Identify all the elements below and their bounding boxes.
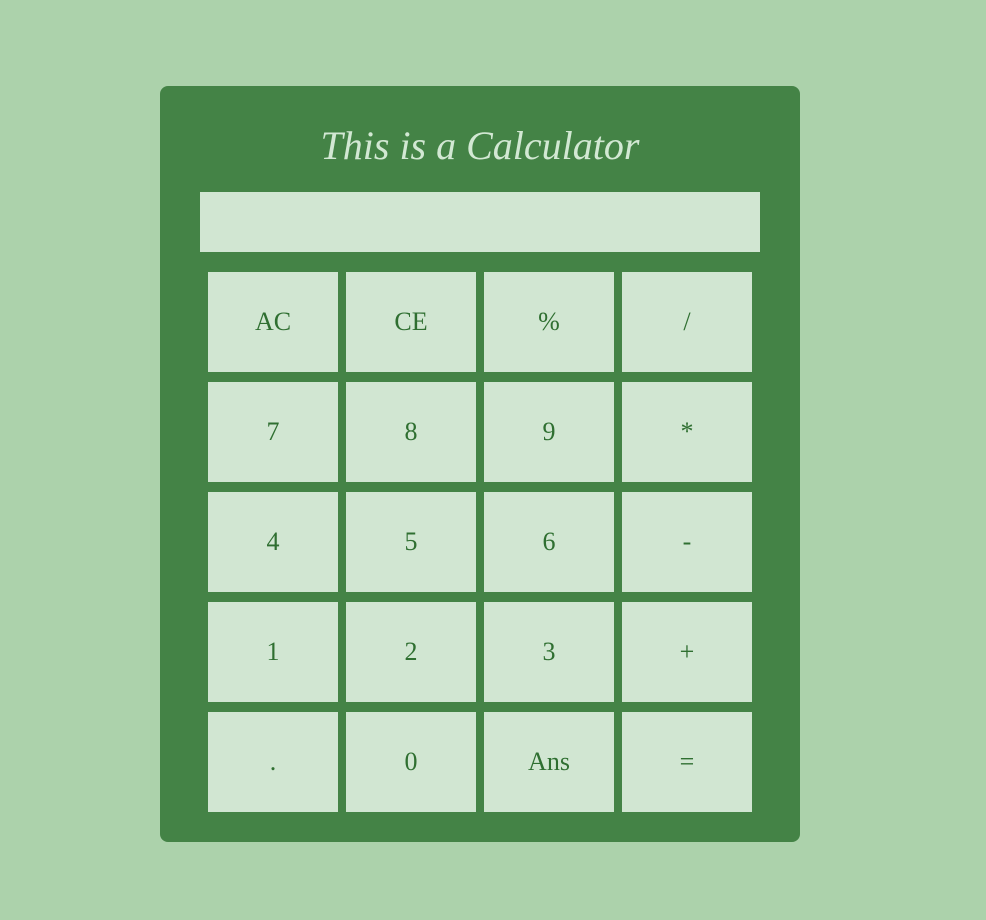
key-8-button[interactable]: 8 bbox=[346, 382, 476, 482]
keypad: AC CE % / 7 8 9 * 4 5 6 - 1 2 3 + . 0 An… bbox=[208, 272, 752, 812]
key-7-button[interactable]: 7 bbox=[208, 382, 338, 482]
key-9-button[interactable]: 9 bbox=[484, 382, 614, 482]
key-ac-button[interactable]: AC bbox=[208, 272, 338, 372]
key-divide-button[interactable]: / bbox=[622, 272, 752, 372]
key-1-button[interactable]: 1 bbox=[208, 602, 338, 702]
calculator-display[interactable] bbox=[200, 192, 760, 252]
key-3-button[interactable]: 3 bbox=[484, 602, 614, 702]
key-4-button[interactable]: 4 bbox=[208, 492, 338, 592]
key-multiply-button[interactable]: * bbox=[622, 382, 752, 482]
key-subtract-button[interactable]: - bbox=[622, 492, 752, 592]
key-ans-button[interactable]: Ans bbox=[484, 712, 614, 812]
key-ce-button[interactable]: CE bbox=[346, 272, 476, 372]
key-decimal-button[interactable]: . bbox=[208, 712, 338, 812]
key-equals-button[interactable]: = bbox=[622, 712, 752, 812]
key-2-button[interactable]: 2 bbox=[346, 602, 476, 702]
key-0-button[interactable]: 0 bbox=[346, 712, 476, 812]
calculator-panel: This is a Calculator AC CE % / 7 8 9 * 4… bbox=[160, 86, 800, 842]
calculator-title: This is a Calculator bbox=[320, 123, 640, 168]
key-percent-button[interactable]: % bbox=[484, 272, 614, 372]
key-6-button[interactable]: 6 bbox=[484, 492, 614, 592]
key-5-button[interactable]: 5 bbox=[346, 492, 476, 592]
key-add-button[interactable]: + bbox=[622, 602, 752, 702]
